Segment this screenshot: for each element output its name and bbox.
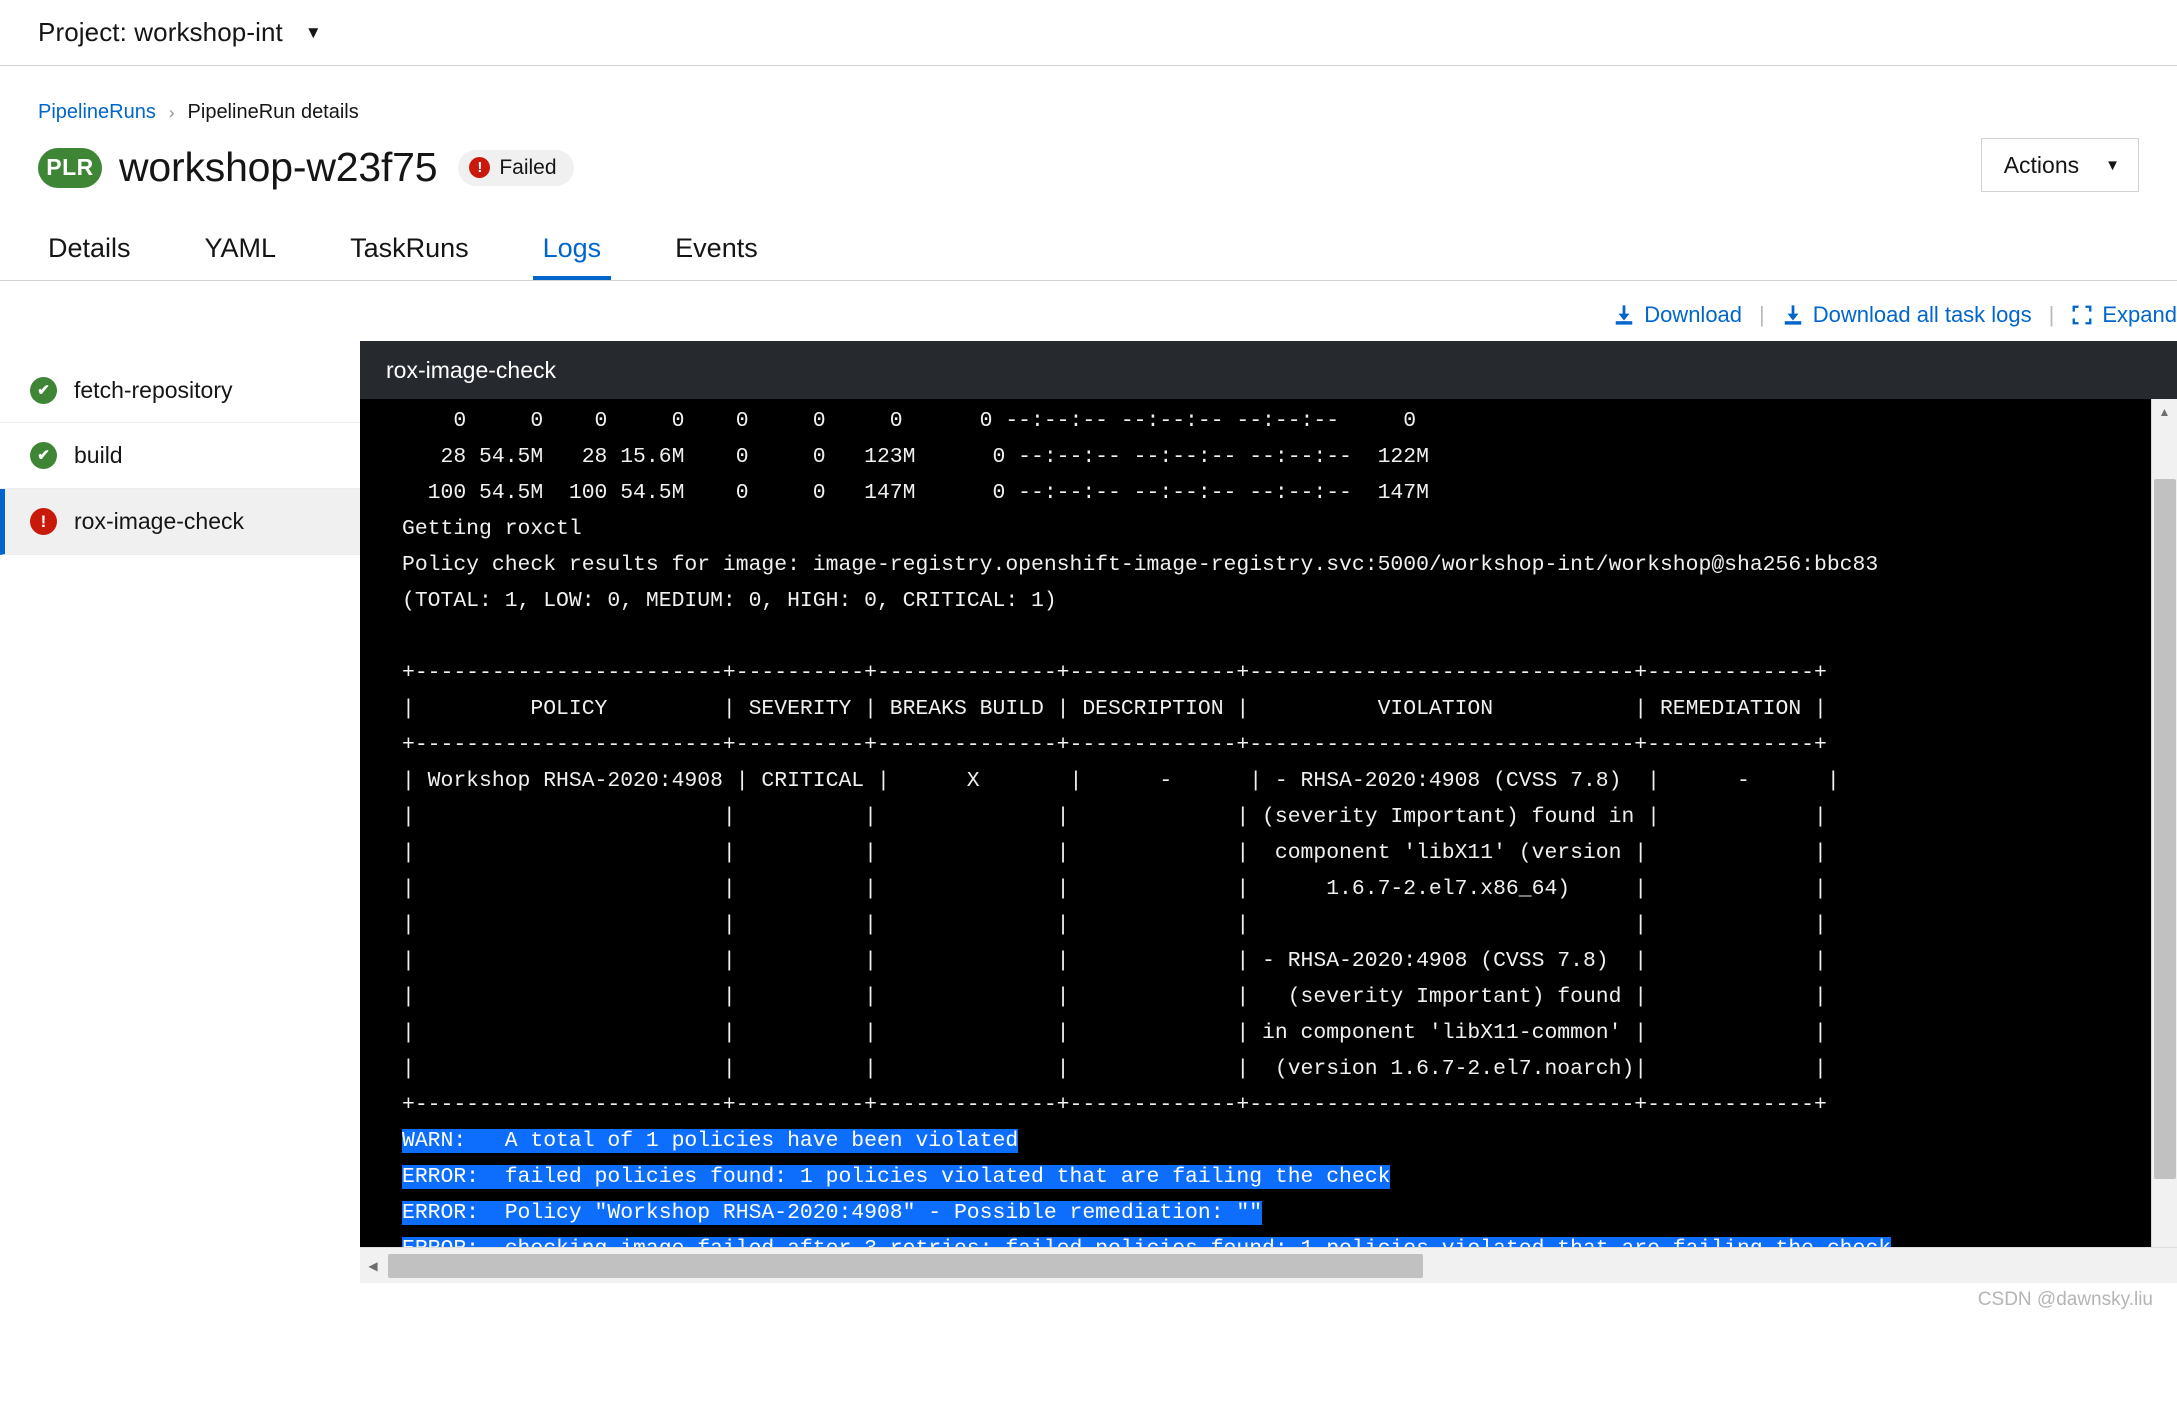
- watermark: CSDN @dawnsky.liu: [1977, 1289, 2153, 1310]
- task-item-label: build: [74, 442, 123, 468]
- check-circle-icon: ✔: [30, 442, 57, 469]
- toolbar-separator: |: [2048, 302, 2055, 327]
- tab-taskruns[interactable]: TaskRuns: [340, 233, 479, 280]
- actions-button[interactable]: Actions ▼: [1980, 138, 2139, 192]
- download-icon: [1784, 305, 1801, 325]
- log-vertical-scrollbar[interactable]: ▲ ▼: [2151, 399, 2177, 1283]
- log-line: Getting roxctl: [402, 517, 582, 541]
- log-horizontal-scrollbar[interactable]: ◀: [360, 1247, 2177, 1283]
- log-line: ERROR: Policy "Workshop RHSA-2020:4908" …: [360, 1195, 2151, 1231]
- task-item-rox-image-check[interactable]: ! rox-image-check: [0, 489, 360, 555]
- download-link[interactable]: Download: [1613, 302, 1742, 328]
- log-line: | | | | | - RHSA-2020:4908 (CVSS 7.8) | …: [402, 949, 1827, 973]
- error-circle-icon: !: [30, 508, 57, 535]
- tab-details[interactable]: Details: [38, 233, 141, 280]
- log-panel-title: rox-image-check: [360, 341, 2177, 399]
- logs-content: ✔ fetch-repository ✔ build ! rox-image-c…: [0, 341, 2177, 1283]
- log-line: +------------------------+----------+---…: [402, 1093, 1827, 1117]
- task-item-label: fetch-repository: [74, 376, 233, 403]
- log-toolbar: Download | Download all task logs | Expa…: [0, 281, 2177, 341]
- breadcrumb-current: PipelineRun details: [187, 101, 359, 123]
- log-line: | | | | | 1.6.7-2.el7.x86_64) | |: [402, 877, 1827, 901]
- chevron-down-icon[interactable]: ▼: [305, 24, 322, 41]
- download-icon: [1615, 305, 1633, 325]
- breadcrumb-separator-icon: ›: [168, 102, 175, 122]
- log-line: | | | | | (severity Important) found | |: [402, 985, 1827, 1009]
- download-link-label: Download: [1644, 302, 1743, 327]
- log-line: | POLICY | SEVERITY | BREAKS BUILD | DES…: [402, 697, 1827, 721]
- log-line: (TOTAL: 1, LOW: 0, MEDIUM: 0, HIGH: 0, C…: [402, 589, 1057, 613]
- error-circle-icon: !: [469, 157, 491, 178]
- tab-bar: Details YAML TaskRuns Logs Events: [0, 217, 2177, 281]
- actions-button-label: Actions: [2003, 151, 2080, 178]
- log-line-selected-text: WARN: A total of 1 policies have been vi…: [402, 1129, 1019, 1153]
- expand-icon: [2072, 305, 2092, 325]
- toolbar-separator: |: [1759, 302, 1765, 327]
- log-line: 28 54.5M 28 15.6M 0 0 123M 0 --:--:-- --…: [402, 445, 1429, 469]
- log-line: 0 0 0 0 0 0 0 0 --:--:-- --:--:-- --:--:…: [402, 409, 1417, 433]
- log-line: | | | | | | |: [402, 913, 1827, 937]
- tab-yaml[interactable]: YAML: [195, 233, 287, 280]
- chevron-down-icon: ▼: [2105, 156, 2120, 174]
- expand-link-label: Expand: [2102, 302, 2177, 327]
- log-vertical-scroll-thumb[interactable]: [2154, 479, 2176, 1179]
- log-line: | | | | | component 'libX11' (version | …: [402, 841, 1827, 865]
- page-title: workshop-w23f75: [119, 144, 438, 190]
- log-line: +------------------------+----------+---…: [402, 661, 1827, 685]
- log-line-selected-text: ERROR: failed policies found: 1 policies…: [402, 1165, 1391, 1189]
- scroll-left-arrow-icon[interactable]: ◀: [360, 1249, 386, 1283]
- tab-logs[interactable]: Logs: [532, 233, 612, 280]
- log-line: Policy check results for image: image-re…: [402, 553, 1879, 577]
- log-line: | Workshop RHSA-2020:4908 | CRITICAL | X…: [402, 769, 1840, 793]
- page-header: PLR workshop-w23f75 ! Failed Actions ▼: [0, 124, 2177, 192]
- breadcrumb: PipelineRuns › PipelineRun details: [0, 66, 2177, 124]
- project-selector-bar[interactable]: Project: workshop-int ▼: [0, 0, 2177, 66]
- tab-events[interactable]: Events: [665, 233, 768, 280]
- task-item-fetch-repository[interactable]: ✔ fetch-repository: [0, 357, 360, 423]
- log-line: | | | | | (version 1.6.7-2.el7.noarch)| …: [402, 1057, 1827, 1081]
- log-line: 100 54.5M 100 54.5M 0 0 147M 0 --:--:-- …: [402, 481, 1429, 505]
- log-line: | | | | | in component 'libX11-common' |…: [402, 1021, 1827, 1045]
- expand-link[interactable]: Expand: [2071, 302, 2177, 328]
- status-badge: ! Failed: [458, 149, 574, 186]
- resource-type-badge: PLR: [38, 147, 102, 188]
- log-horizontal-scroll-thumb[interactable]: [388, 1253, 1423, 1278]
- breadcrumb-link-pipelineruns[interactable]: PipelineRuns: [38, 101, 156, 124]
- task-item-build[interactable]: ✔ build: [0, 423, 360, 489]
- log-line: WARN: A total of 1 policies have been vi…: [360, 1123, 2151, 1159]
- log-line-selected-text: ERROR: Policy "Workshop RHSA-2020:4908" …: [402, 1201, 1263, 1225]
- task-item-label: rox-image-check: [74, 508, 244, 534]
- log-line: | | | | | (severity Important) found in …: [402, 805, 1827, 829]
- log-output[interactable]: 0 0 0 0 0 0 0 0 --:--:-- --:--:-- --:--:…: [360, 399, 2151, 1283]
- log-body-wrapper: 0 0 0 0 0 0 0 0 --:--:-- --:--:-- --:--:…: [360, 399, 2177, 1283]
- task-list-sidebar: ✔ fetch-repository ✔ build ! rox-image-c…: [0, 341, 360, 1283]
- log-line: ERROR: failed policies found: 1 policies…: [360, 1159, 2151, 1195]
- download-all-task-logs-link[interactable]: Download all task logs: [1782, 302, 2032, 328]
- log-line: +------------------------+----------+---…: [402, 733, 1827, 757]
- status-badge-label: Failed: [499, 155, 557, 179]
- log-viewer-panel: rox-image-check 0 0 0 0 0 0 0 0 --:--:--…: [360, 341, 2177, 1283]
- scroll-up-arrow-icon[interactable]: ▲: [2152, 399, 2177, 425]
- project-selector-label: Project: workshop-int: [38, 17, 283, 47]
- download-all-link-label: Download all task logs: [1812, 302, 2032, 327]
- check-circle-icon: ✔: [30, 376, 57, 404]
- footer-area: CSDN @dawnsky.liu: [0, 1283, 2177, 1319]
